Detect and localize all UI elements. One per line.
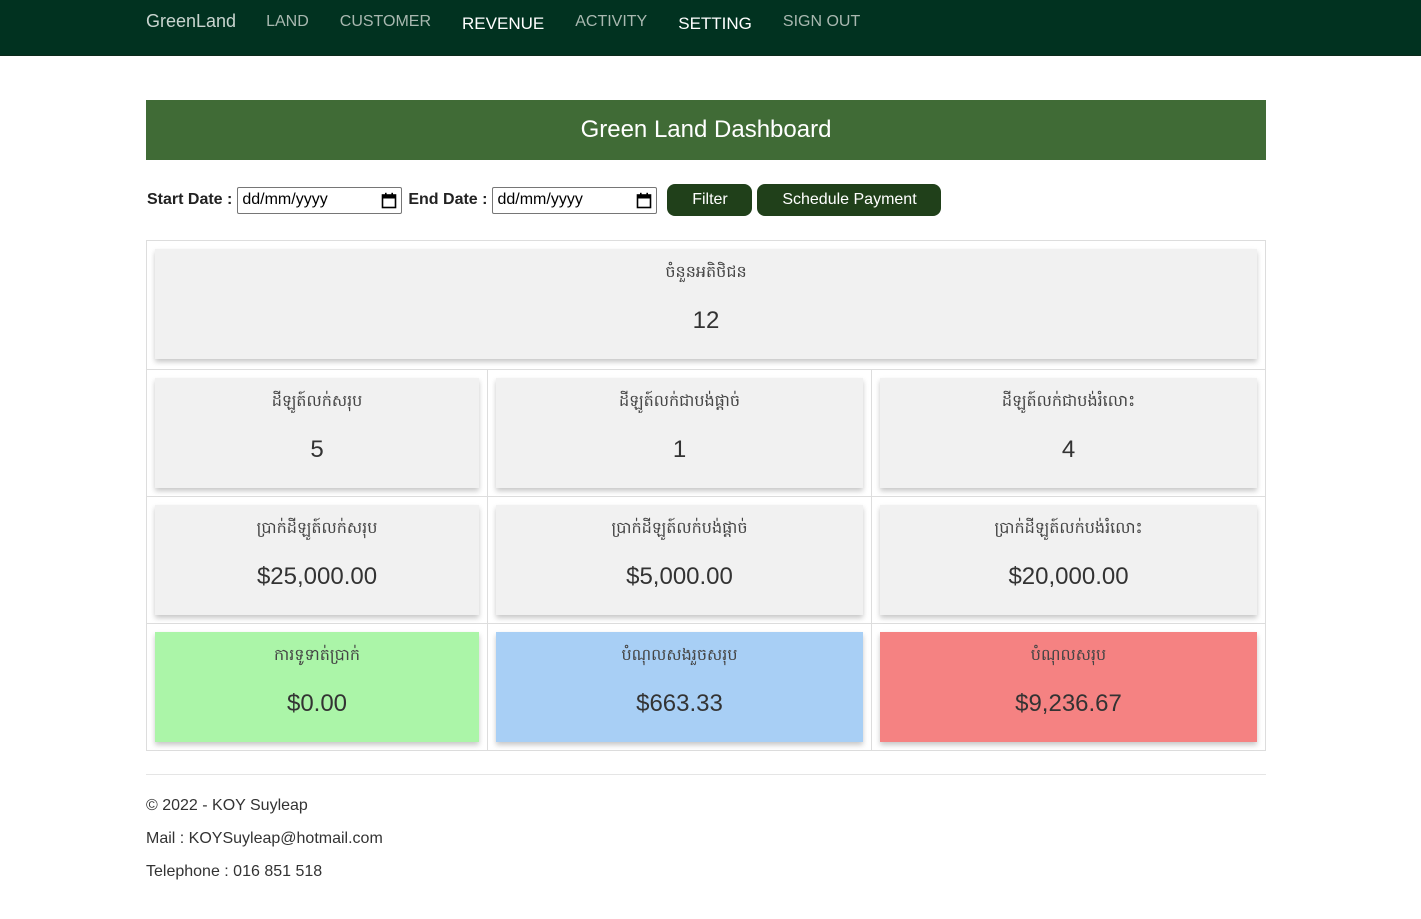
paid-debt-card: បំណុលសងរួចសរុប $663.33 (496, 632, 863, 742)
card-value: $25,000.00 (256, 563, 378, 590)
card-label: ចំនួនអតិថិជន (665, 262, 747, 281)
money-total-card: ប្រាក់ដីឡូត៍លក់សរុប $25,000.00 (155, 505, 479, 615)
stats-row-payments: ការទូទាត់ប្រាក់ $0.00 បំណុលសងរួចសរុប $66… (147, 623, 1265, 750)
card-label: បំណុលសងរួចសរុប (621, 645, 738, 664)
card-value: $663.33 (636, 690, 723, 717)
footer: © 2022 - KOY Suyleap Mail : KOYSuyleap@h… (146, 774, 1266, 895)
money-full-card: ប្រាក់ដីឡូត៍លក់បង់ផ្តាច់ $5,000.00 (496, 505, 863, 615)
card-value: 1 (672, 436, 687, 463)
nav-land[interactable]: LAND (266, 13, 309, 31)
payment-received-card: ការទូទាត់ប្រាក់ $0.00 (155, 632, 479, 742)
nav-customer[interactable]: CUSTOMER (340, 13, 431, 31)
stat-cell: ដីឡូត៍លក់សរុប 5 (147, 370, 487, 496)
card-value: 12 (692, 307, 720, 334)
stat-cell: បំណុលសងរួចសរុប $663.33 (487, 624, 871, 750)
calendar-icon[interactable] (381, 192, 397, 209)
calendar-icon[interactable] (636, 192, 652, 209)
land-full-card: ដីឡូត៍លក់ជាបង់ផ្តាច់ 1 (496, 378, 863, 488)
customer-count-card: ចំនួនអតិថិជន 12 (155, 249, 1257, 359)
stat-cell: ដីឡូត៍លក់ជាបង់ផ្តាច់ 1 (487, 370, 871, 496)
money-installment-card: ប្រាក់ដីឡូត៍លក់បង់រំលោះ $20,000.00 (880, 505, 1257, 615)
start-date-placeholder: dd/mm/yyyy (242, 191, 328, 208)
brand-link[interactable]: GreenLand (146, 11, 236, 32)
navbar: GreenLand LAND CUSTOMER REVENUE ACTIVITY… (0, 0, 1421, 56)
start-date-label: Start Date : (147, 191, 233, 208)
end-date-placeholder: dd/mm/yyyy (497, 191, 583, 208)
card-label: បំណុលសរុប (1030, 645, 1107, 664)
land-total-card: ដីឡូត៍លក់សរុប 5 (155, 378, 479, 488)
stats-row-money: ប្រាក់ដីឡូត៍លក់សរុប $25,000.00 ប្រាក់ដីឡ… (147, 496, 1265, 623)
card-value: 5 (310, 436, 324, 463)
card-value: 4 (1061, 436, 1076, 463)
footer-copyright: © 2022 - KOY Suyleap (146, 797, 308, 814)
main-container: Green Land Dashboard Start Date : dd/mm/… (146, 100, 1266, 751)
card-label: ដីឡូត៍លក់ជាបង់ផ្តាច់ (618, 391, 741, 410)
footer-telephone: Telephone : 016 851 518 (146, 863, 323, 880)
remaining-debt-card: បំណុលសរុប $9,236.67 (880, 632, 1257, 742)
stat-cell: បំណុលសរុប $9,236.67 (871, 624, 1265, 750)
card-value: $20,000.00 (1008, 563, 1129, 590)
stat-cell: ចំនួនអតិថិជន 12 (147, 241, 1265, 369)
nav-activity[interactable]: ACTIVITY (575, 13, 647, 31)
nav-setting[interactable]: SETTING (678, 14, 752, 34)
filter-button[interactable]: Filter (667, 184, 753, 216)
card-label: ដីឡូត៍លក់ជាបង់រំលោះ (1001, 391, 1136, 410)
dashboard-title: Green Land Dashboard (146, 100, 1266, 160)
stat-cell: ដីឡូត៍លក់ជាបង់រំលោះ 4 (871, 370, 1265, 496)
filter-row: Start Date : dd/mm/yyyy End Date : dd/mm… (146, 160, 1266, 240)
card-value: $9,236.67 (1015, 690, 1122, 717)
nav-links: GreenLand LAND CUSTOMER REVENUE ACTIVITY… (146, 0, 891, 55)
end-date-label: End Date : (408, 191, 488, 208)
land-installment-card: ដីឡូត៍លក់ជាបង់រំលោះ 4 (880, 378, 1257, 488)
nav-revenue[interactable]: REVENUE (462, 14, 544, 34)
stats-row-land: ដីឡូត៍លក់សរុប 5 ដីឡូត៍លក់ជាបង់ផ្តាច់ 1 ដ… (147, 369, 1265, 496)
stats-row-customers: ចំនួនអតិថិជន 12 (147, 241, 1265, 369)
card-label: ប្រាក់ដីឡូត៍លក់បង់រំលោះ (994, 518, 1143, 537)
card-value: $0.00 (286, 690, 348, 717)
card-label: ដីឡូត៍លក់សរុប (271, 391, 363, 410)
end-date-input[interactable]: dd/mm/yyyy (492, 186, 658, 214)
stat-cell: ប្រាក់ដីឡូត៍លក់សរុប $25,000.00 (147, 497, 487, 623)
card-label: ប្រាក់ដីឡូត៍លក់សរុប (256, 518, 378, 537)
stat-cell: ប្រាក់ដីឡូត៍លក់បង់ផ្តាច់ $5,000.00 (487, 497, 871, 623)
stat-cell: ប្រាក់ដីឡូត៍លក់បង់រំលោះ $20,000.00 (871, 497, 1265, 623)
card-label: ប្រាក់ដីឡូត៍លក់បង់ផ្តាច់ (611, 518, 748, 537)
stat-cell: ការទូទាត់ប្រាក់ $0.00 (147, 624, 487, 750)
card-label: ការទូទាត់ប្រាក់ (273, 645, 360, 664)
schedule-payment-button[interactable]: Schedule Payment (757, 184, 942, 216)
nav-sign-out[interactable]: SIGN OUT (783, 13, 860, 31)
card-value: $5,000.00 (626, 563, 733, 590)
stats-grid: ចំនួនអតិថិជន 12 ដីឡូត៍លក់សរុប 5 ដីឡូត៍លក… (146, 240, 1266, 751)
footer-mail: Mail : KOYSuyleap@hotmail.com (146, 830, 383, 847)
start-date-input[interactable]: dd/mm/yyyy (237, 186, 403, 214)
